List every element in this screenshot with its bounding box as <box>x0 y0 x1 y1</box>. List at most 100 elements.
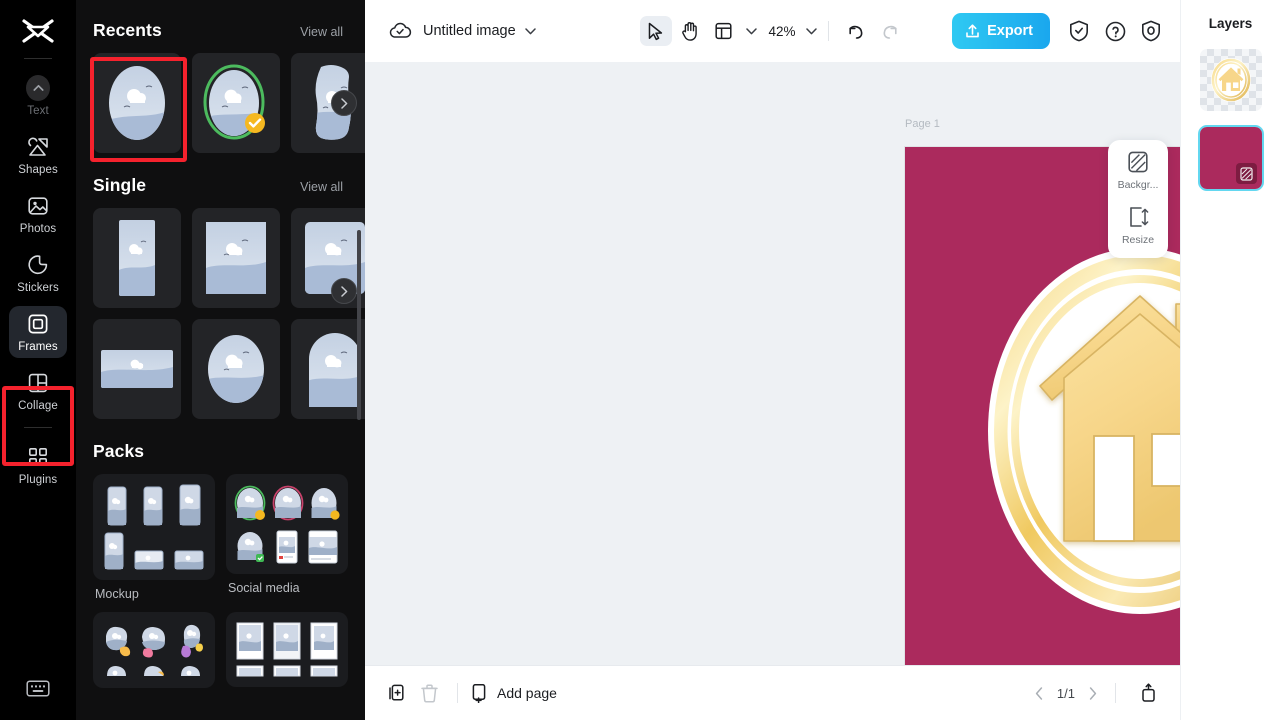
pack-row <box>234 484 340 524</box>
resize-button[interactable]: Resize <box>1110 205 1166 246</box>
frame-thumb-tall-rect[interactable] <box>93 208 181 308</box>
left-tool-rail: Text Shapes Photos Stickers Frames Colla… <box>0 0 76 720</box>
photo-icon <box>26 194 50 218</box>
trash-icon[interactable] <box>413 678 445 708</box>
plugins-grid-icon <box>26 445 50 469</box>
section-header-single: Single View all <box>76 175 365 196</box>
layers-title: Layers <box>1208 16 1253 31</box>
canvas-tools: 42% <box>639 16 905 46</box>
zoom-chevron-down-icon[interactable] <box>805 27 817 35</box>
add-page-label: Add page <box>497 685 557 701</box>
sidebar-item-label: Collage <box>18 400 58 412</box>
shapes-icon <box>26 135 50 159</box>
export-button[interactable]: Export <box>952 13 1050 49</box>
select-tool[interactable] <box>639 16 672 46</box>
sidebar-item-plugins[interactable]: Plugins <box>9 439 67 491</box>
shield-check-icon[interactable] <box>1064 16 1094 46</box>
sidebar-item-collage[interactable]: Collage <box>9 365 67 417</box>
section-title: Recents <box>93 20 162 40</box>
sidebar-item-label: Photos <box>19 223 57 235</box>
add-page-button[interactable]: Add page <box>470 683 557 703</box>
document-title[interactable]: Untitled image <box>423 23 516 39</box>
chevron-down-icon[interactable] <box>524 27 536 35</box>
rail-divider-bottom <box>24 427 52 428</box>
canvas-viewport[interactable]: Page 1 Backgr... Resize <box>365 62 1180 665</box>
sidebar-item-label: Plugins <box>18 474 58 486</box>
frames-panel: Recents View all Single View all Packs M… <box>76 0 365 720</box>
layout-tool[interactable] <box>707 16 739 46</box>
frame-thumb-green-ring-oval[interactable] <box>192 53 280 153</box>
layer-background[interactable] <box>1197 125 1264 191</box>
upload-icon <box>965 23 980 39</box>
panel-scrollbar[interactable] <box>357 230 361 420</box>
single-next-arrow[interactable] <box>331 278 357 304</box>
pack-item-polaroid[interactable] <box>226 612 348 695</box>
capcut-editor-window: Text Shapes Photos Stickers Frames Colla… <box>0 0 1280 720</box>
recents-row <box>76 53 365 153</box>
pack-label: Mockup <box>95 587 139 601</box>
frame-thumb-arch[interactable] <box>291 319 365 419</box>
pack-row <box>101 532 207 570</box>
frame-thumb-landscape[interactable] <box>93 319 181 419</box>
background-label: Backgr... <box>1117 179 1159 191</box>
settings-target-icon[interactable] <box>1136 16 1166 46</box>
top-toolbar: Untitled image 42% Export <box>365 0 1180 62</box>
expand-panel-icon[interactable] <box>1132 678 1164 708</box>
pack-item-social-media[interactable]: Social media <box>226 474 348 601</box>
redo-button[interactable] <box>874 16 906 46</box>
pack-item-mockup[interactable]: Mockup <box>93 474 215 601</box>
resize-label: Resize <box>1121 234 1155 246</box>
sidebar-item-shapes[interactable]: Shapes <box>9 129 67 181</box>
help-question-icon[interactable] <box>1100 16 1130 46</box>
toolbar-divider <box>827 21 829 41</box>
capcut-logo-icon[interactable] <box>18 14 58 48</box>
zoom-level[interactable]: 42% <box>758 24 799 39</box>
next-page-icon[interactable] <box>1089 686 1097 700</box>
pack-row <box>101 484 207 526</box>
pack-item-blob[interactable] <box>93 612 215 695</box>
gold-house-coin-emblem[interactable] <box>980 236 1180 626</box>
collage-icon <box>26 371 50 395</box>
view-all-single[interactable]: View all <box>300 180 343 194</box>
pack-preview <box>93 612 215 688</box>
pack-row <box>101 664 207 678</box>
frame-thumb-wide-rect[interactable] <box>192 208 280 308</box>
bottom-toolbar: Add page 1/1 <box>365 665 1180 720</box>
panel-collapse-handle[interactable] <box>363 332 365 390</box>
pack-row <box>101 622 207 660</box>
sidebar-item-photos[interactable]: Photos <box>9 188 67 240</box>
frame-thumb-circle[interactable] <box>192 319 280 419</box>
cloud-saved-icon[interactable] <box>387 18 413 44</box>
resize-icon <box>1127 205 1149 229</box>
prev-page-icon[interactable] <box>1035 686 1043 700</box>
pack-preview <box>226 474 348 574</box>
packs-grid: Mockup Social media <box>76 474 365 695</box>
topbar-right-tools: Export <box>952 13 1166 49</box>
page-label: Page 1 <box>905 118 940 130</box>
recents-next-arrow[interactable] <box>331 90 357 116</box>
view-all-recents[interactable]: View all <box>300 25 343 39</box>
chevron-up-circle-icon <box>26 75 50 101</box>
sidebar-item-frames[interactable]: Frames <box>9 306 67 358</box>
sidebar-item-label: Shapes <box>18 164 58 176</box>
sidebar-item-text[interactable]: Text <box>9 70 67 122</box>
frame-thumb-oval[interactable] <box>93 53 181 153</box>
single-row-2 <box>76 278 365 419</box>
hand-tool[interactable] <box>673 16 705 46</box>
pack-label: Social media <box>228 581 300 595</box>
single-row-1 <box>76 208 365 308</box>
background-button[interactable]: Backgr... <box>1110 150 1166 191</box>
frames-panel-scroll[interactable]: Recents View all Single View all Packs M… <box>76 0 365 720</box>
layout-chevron-down-icon[interactable] <box>745 27 757 35</box>
layer-thumbnail <box>1199 127 1262 189</box>
background-swatch-icon <box>1127 150 1149 174</box>
duplicate-page-icon[interactable] <box>381 678 413 708</box>
sidebar-item-stickers[interactable]: Stickers <box>9 247 67 299</box>
layer-house-emblem[interactable] <box>1198 47 1264 113</box>
layers-panel: Layers <box>1180 0 1280 720</box>
sidebar-item-label: Text <box>27 105 49 117</box>
section-header-packs: Packs <box>76 441 365 462</box>
rail-divider-top <box>24 58 52 59</box>
keyboard-icon[interactable] <box>26 678 50 698</box>
undo-button[interactable] <box>840 16 872 46</box>
